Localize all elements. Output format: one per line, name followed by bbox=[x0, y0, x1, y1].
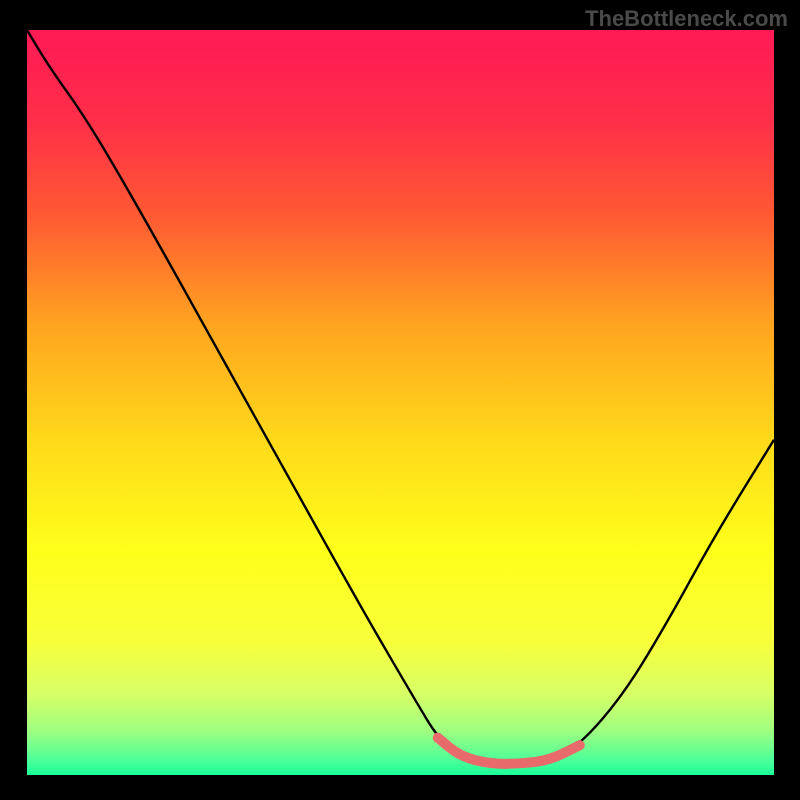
watermark-text: TheBottleneck.com bbox=[585, 6, 788, 32]
bottleneck-curve bbox=[27, 30, 774, 764]
curves-layer bbox=[27, 30, 774, 775]
highlight-dot bbox=[433, 733, 443, 743]
plot-area bbox=[27, 30, 774, 775]
highlight-segment bbox=[438, 738, 580, 764]
chart-container: TheBottleneck.com bbox=[0, 0, 800, 800]
